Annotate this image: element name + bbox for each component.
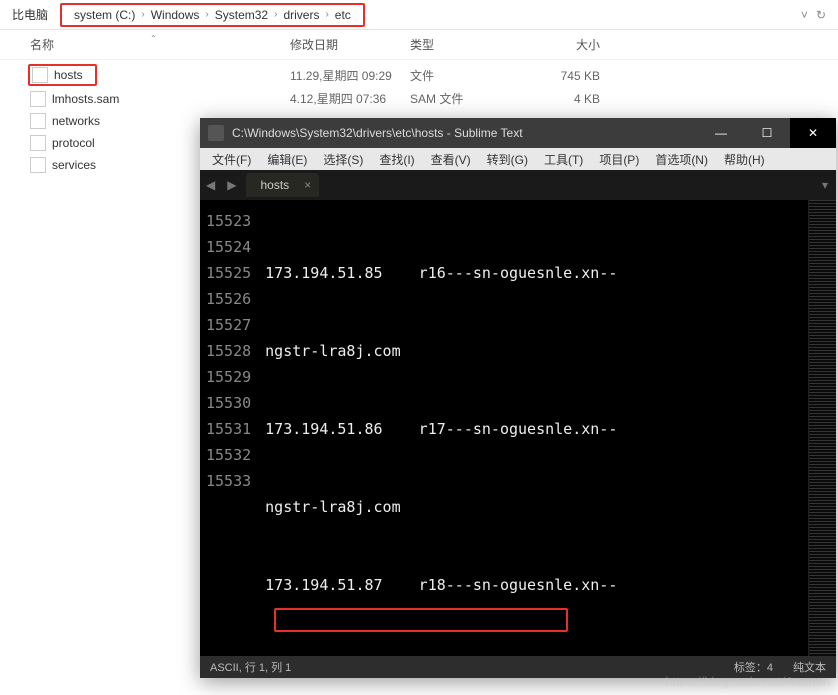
crumb-windows[interactable]: Windows — [145, 8, 206, 22]
file-date: 11.29,星期四 09:29 — [290, 67, 410, 84]
menu-select[interactable]: 选择(S) — [315, 151, 371, 168]
this-pc-label[interactable]: 比电脑 — [4, 6, 56, 23]
file-size: 4 KB — [520, 92, 600, 106]
menu-file[interactable]: 文件(F) — [204, 151, 259, 168]
file-icon — [30, 157, 46, 173]
line-number: 15530 — [206, 390, 251, 416]
tab-close-icon[interactable]: × — [304, 178, 311, 192]
dropdown-icon[interactable]: ˅ — [801, 8, 808, 22]
menu-edit[interactable]: 编辑(E) — [259, 151, 315, 168]
file-row-hosts[interactable]: hosts — [28, 64, 97, 86]
code-line: ngstr-lra8j.com — [265, 650, 804, 656]
file-size: 745 KB — [520, 69, 600, 83]
code-line: 173.194.51.86 r17---sn-oguesnle.xn-- — [265, 416, 804, 442]
minimap[interactable] — [808, 200, 836, 656]
status-position[interactable]: ASCII, 行 1, 列 1 — [210, 659, 714, 675]
menu-view[interactable]: 查看(V) — [423, 151, 479, 168]
editor-area[interactable]: 15523 15524 15525 15526 15527 15528 1552… — [200, 200, 836, 656]
tabs-row: ◀ ▶ hosts × ▾ — [200, 170, 836, 200]
code-line: ngstr-lra8j.com — [265, 494, 804, 520]
line-number: 15527 — [206, 312, 251, 338]
tab-label: hosts — [260, 178, 289, 192]
file-icon — [30, 113, 46, 129]
file-type: SAM 文件 — [410, 90, 520, 107]
column-size[interactable]: 大小 — [520, 36, 600, 53]
maximize-button[interactable]: ☐ — [744, 118, 790, 148]
line-number: 15523 — [206, 208, 251, 234]
file-row[interactable]: lmhosts.sam 4.12,星期四 07:36 SAM 文件 4 KB — [0, 87, 838, 110]
menu-preferences[interactable]: 首选项(N) — [647, 151, 716, 168]
file-date: 4.12,星期四 07:36 — [290, 90, 410, 107]
titlebar[interactable]: C:\Windows\System32\drivers\etc\hosts - … — [200, 118, 836, 148]
file-icon — [30, 135, 46, 151]
file-icon — [32, 67, 48, 83]
line-number: 15526 — [206, 286, 251, 312]
sort-indicator-icon: ⌃ — [150, 34, 157, 43]
menu-project[interactable]: 项目(P) — [591, 151, 647, 168]
file-icon — [30, 91, 46, 107]
line-gutter: 15523 15524 15525 15526 15527 15528 1552… — [200, 200, 261, 656]
crumb-etc[interactable]: etc — [329, 8, 357, 22]
breadcrumb[interactable]: system (C:) › Windows › System32 › drive… — [60, 3, 365, 27]
menu-help[interactable]: 帮助(H) — [716, 151, 773, 168]
nav-forward-icon[interactable]: ▶ — [221, 178, 242, 192]
line-number: 15532 — [206, 442, 251, 468]
line-number: 15528 — [206, 338, 251, 364]
menu-tools[interactable]: 工具(T) — [536, 151, 591, 168]
app-icon — [208, 125, 224, 141]
crumb-system[interactable]: system (C:) — [68, 8, 141, 22]
line-number: 15529 — [206, 364, 251, 390]
column-name[interactable]: 名称 — [30, 36, 290, 53]
refresh-icon[interactable]: ↻ — [816, 8, 826, 22]
status-syntax[interactable]: 纯文本 — [793, 659, 826, 675]
tabs-dropdown-icon[interactable]: ▾ — [814, 178, 836, 192]
code-content[interactable]: 173.194.51.85 r16---sn-oguesnle.xn-- ngs… — [261, 200, 808, 656]
nav-back-icon[interactable]: ◀ — [200, 178, 221, 192]
sublime-text-window: C:\Windows\System32\drivers\etc\hosts - … — [200, 118, 836, 678]
file-name: lmhosts.sam — [52, 92, 290, 106]
file-name: hosts — [54, 68, 93, 82]
line-number: 15525 — [206, 260, 251, 286]
address-bar: 比电脑 system (C:) › Windows › System32 › d… — [0, 0, 838, 30]
code-line: ngstr-lra8j.com — [265, 338, 804, 364]
watermark: https://blog.csdn.net/Anenan — [665, 674, 830, 689]
file-type: 文件 — [410, 67, 520, 84]
code-line: 173.194.51.85 r16---sn-oguesnle.xn-- — [265, 260, 804, 286]
column-headers: 名称 修改日期 类型 大小 — [0, 30, 838, 60]
menu-goto[interactable]: 转到(G) — [479, 151, 536, 168]
menu-find[interactable]: 查找(I) — [371, 151, 422, 168]
column-date[interactable]: 修改日期 — [290, 36, 410, 53]
line-number: 15533 — [206, 468, 251, 494]
crumb-system32[interactable]: System32 — [209, 8, 274, 22]
minimize-button[interactable]: — — [698, 118, 744, 148]
column-type[interactable]: 类型 — [410, 36, 520, 53]
window-title: C:\Windows\System32\drivers\etc\hosts - … — [232, 126, 698, 140]
tab-hosts[interactable]: hosts × — [246, 173, 319, 197]
line-number: 15531 — [206, 416, 251, 442]
menubar: 文件(F) 编辑(E) 选择(S) 查找(I) 查看(V) 转到(G) 工具(T… — [200, 148, 836, 170]
status-tabsize[interactable]: 标签：4 — [734, 659, 773, 675]
code-line: 173.194.51.87 r18---sn-oguesnle.xn-- — [265, 572, 804, 598]
file-row-hosts-meta: 11.29,星期四 09:29 文件 745 KB — [0, 64, 838, 87]
crumb-drivers[interactable]: drivers — [277, 8, 325, 22]
close-button[interactable]: ✕ — [790, 118, 836, 148]
line-number: 15524 — [206, 234, 251, 260]
